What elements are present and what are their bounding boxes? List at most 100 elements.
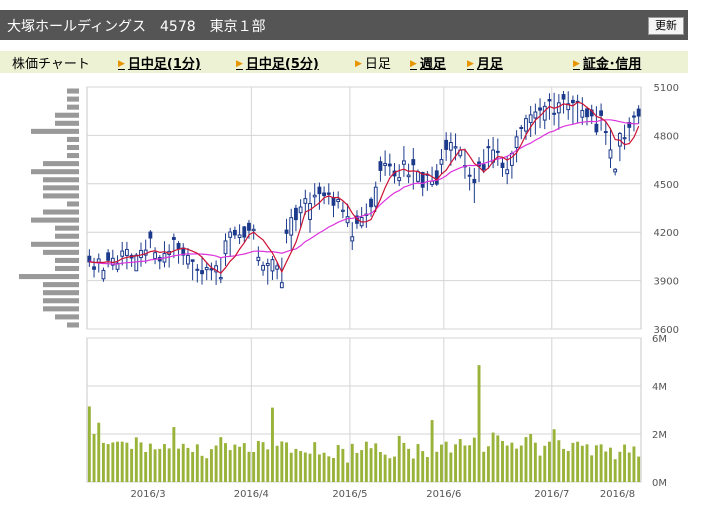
candle-body [317, 186, 322, 195]
candle-body [261, 264, 265, 271]
x-tick-label: 2016/5 [332, 489, 367, 500]
volume-bar [369, 448, 373, 482]
volume-bar [515, 448, 519, 482]
volume-bar [594, 445, 598, 482]
candle-body [406, 174, 411, 178]
volume-bar [576, 441, 580, 482]
volume-bar [613, 459, 617, 482]
candle-body [401, 160, 406, 165]
volume-bar [350, 443, 354, 482]
volume-profile-bar [67, 104, 79, 110]
candle-body [486, 146, 491, 149]
candle-body [251, 228, 256, 232]
candle-body [190, 259, 195, 262]
volume-profile-bar [55, 112, 79, 118]
candle-body [369, 198, 373, 208]
volume-profile-bar [31, 217, 79, 223]
volume-profile-bar [55, 265, 79, 272]
volume-profile-bar [67, 144, 79, 151]
volume-profile-bar [43, 290, 79, 296]
volume-bar [134, 437, 138, 482]
volume-bar [491, 432, 495, 482]
candle-body [439, 159, 444, 165]
candle-body [524, 118, 528, 132]
candle-body [326, 192, 331, 195]
candle-body [411, 159, 416, 166]
volume-profile-bar [31, 128, 79, 134]
x-tick-label: 2016/3 [130, 489, 165, 500]
candle-body [448, 141, 453, 151]
volume-bar [148, 443, 152, 482]
candle-body [134, 254, 139, 272]
volume-bar [92, 434, 96, 482]
candle-body [495, 150, 500, 153]
volume-bar [374, 443, 378, 482]
price-plot-frame [86, 86, 642, 330]
volume-bar [242, 443, 246, 482]
volume-profile-bar [43, 161, 79, 167]
volume-bar [261, 442, 265, 482]
volume-profile-bar [55, 225, 79, 231]
volume-bar [547, 441, 551, 482]
volume-bar [416, 444, 420, 482]
candle-body [275, 265, 280, 270]
candle-body [561, 94, 566, 100]
candle-body [279, 282, 284, 289]
volume-bar [327, 456, 331, 482]
volume-bar [97, 422, 101, 482]
volume-bar [524, 437, 528, 482]
volume-bar [299, 451, 303, 482]
volume-bar [472, 437, 476, 482]
volume-profile-bar [43, 185, 79, 191]
volume-bar [557, 440, 561, 482]
candle-body [580, 110, 585, 118]
candle-body [350, 236, 355, 242]
candle-body [195, 268, 200, 271]
volume-bar [425, 457, 429, 482]
candle-body [176, 242, 181, 249]
candle-body [519, 126, 524, 129]
candle-body [308, 202, 312, 220]
volume-bar [266, 449, 270, 482]
candle-body [204, 267, 209, 271]
volume-bar [440, 444, 443, 482]
candle-body [416, 171, 420, 182]
volume-bar [125, 442, 129, 482]
candle-body [472, 178, 477, 184]
volume-bar [219, 437, 223, 482]
volume-bar [332, 458, 335, 482]
volume-bar [233, 444, 237, 482]
volume-profile-bar [67, 96, 79, 102]
volume-bar [599, 444, 603, 482]
volume-bar [177, 448, 181, 482]
volume-bar [256, 440, 260, 482]
volume-bar [618, 451, 622, 482]
volume-bar [411, 458, 415, 482]
volume-tick-label: 2M [652, 430, 667, 441]
volume-bar [393, 456, 396, 482]
volume-bar [421, 451, 425, 482]
volume-bar [294, 448, 298, 482]
volume-bar [116, 441, 119, 482]
volume-bar [482, 451, 486, 482]
candle-body [599, 110, 604, 116]
volume-bar [252, 452, 256, 482]
volume-bar [158, 448, 162, 482]
volume-bar [313, 442, 317, 482]
candle-body [467, 174, 472, 177]
volume-bar [285, 442, 288, 482]
x-tick-label: 2016/8 [600, 489, 635, 500]
volume-bar [205, 458, 209, 482]
candle-body [373, 186, 378, 207]
volume-bar [533, 442, 537, 482]
candle-body [340, 209, 345, 212]
volume-bar [632, 446, 636, 482]
volume-bar [275, 445, 279, 482]
candle-body [336, 198, 341, 203]
volume-bar [270, 407, 274, 482]
volume-bar [590, 455, 594, 482]
volume-bar [397, 435, 401, 482]
candle-body [547, 99, 552, 102]
price-tick-label: 5100 [654, 83, 679, 94]
volume-profile-bar [67, 322, 79, 328]
